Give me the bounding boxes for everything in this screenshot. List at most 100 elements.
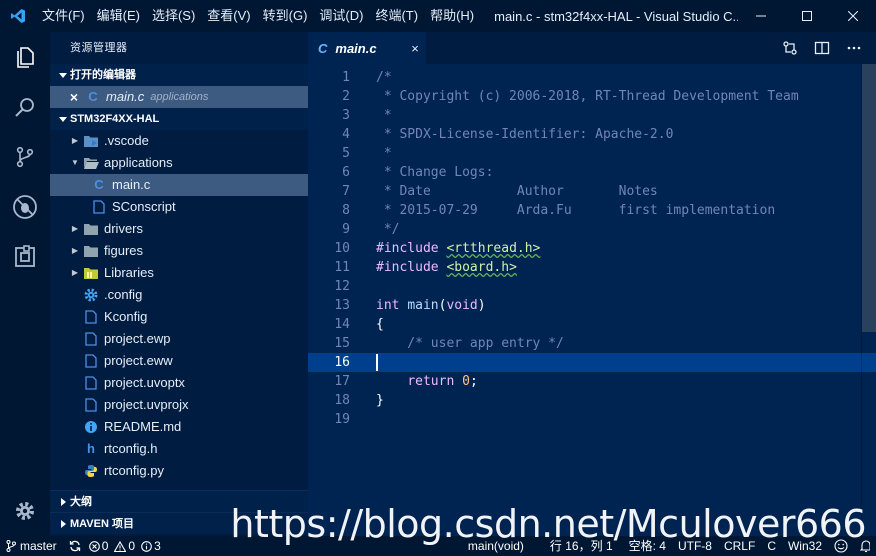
split-editor-button[interactable] (806, 32, 838, 64)
code-line[interactable]: 13 int main(void) (308, 296, 876, 315)
menu-view[interactable]: 查看(V) (201, 0, 256, 32)
line-text: } (376, 393, 384, 408)
more-actions-button[interactable] (838, 32, 870, 64)
source-control-icon (16, 146, 34, 168)
code-line[interactable]: 10 #include <rtthread.h> (308, 239, 876, 258)
close-editor-icon[interactable]: × (64, 86, 84, 108)
warning-icon (114, 540, 127, 552)
menu-terminal[interactable]: 终端(T) (369, 0, 424, 32)
chevron-down-icon: ▼ (71, 158, 79, 167)
menu-debug[interactable]: 调试(D) (313, 0, 369, 32)
tree-item-vscode[interactable]: ▶ .vscode (50, 130, 308, 152)
sync-button[interactable] (63, 536, 87, 556)
tree-item-sconscript[interactable]: SConscript (50, 196, 308, 218)
editor-area: C main.c × 1 /* 2 * Copyright (c) 2006-201… (308, 32, 876, 536)
code-line[interactable]: 12 (308, 277, 876, 296)
line-text: /* (376, 70, 392, 85)
info-icon (82, 419, 100, 435)
line-text: int main(void) (376, 298, 486, 313)
tree-item-kconfig[interactable]: Kconfig (50, 306, 308, 328)
tab-main-c[interactable]: C main.c × (308, 32, 426, 64)
menu-go[interactable]: 转到(G) (257, 0, 314, 32)
source-control-button[interactable] (0, 132, 50, 182)
menu-edit[interactable]: 编辑(E) (91, 0, 146, 32)
code-line[interactable]: 14 { (308, 315, 876, 334)
tree-item-readme[interactable]: README.md (50, 416, 308, 438)
code-line[interactable]: 6 * Change Logs: (308, 163, 876, 182)
search-icon (15, 98, 34, 117)
line-number: 6 (342, 165, 350, 180)
code-line[interactable]: 17 return 0; (308, 372, 876, 391)
gear-icon (82, 287, 100, 303)
tree-item-libraries[interactable]: ▶ Libraries (50, 262, 308, 284)
chevron-right-icon: ▶ (71, 246, 79, 255)
file-icon (82, 353, 100, 369)
explorer-button[interactable] (0, 32, 50, 82)
split-editor-icon (814, 41, 830, 55)
code-line[interactable]: 7 * Date Author Notes (308, 182, 876, 201)
code-line[interactable]: 1 /* (308, 68, 876, 87)
branch-status[interactable]: master (0, 536, 63, 556)
code-line[interactable]: 15 /* user app entry */ (308, 334, 876, 353)
project-header[interactable]: STM32F4XX-HAL (50, 108, 308, 130)
tab-close-icon[interactable]: × (404, 41, 426, 56)
line-text: /* user app entry */ (376, 336, 564, 351)
code-line[interactable]: 19 (308, 410, 876, 429)
chevron-right-icon (56, 519, 70, 528)
code-line[interactable]: 11 #include <board.h> (308, 258, 876, 277)
folder-icon (82, 221, 100, 237)
compare-icon (783, 41, 797, 55)
tree-item-project-ewp[interactable]: project.ewp (50, 328, 308, 350)
close-window-button[interactable] (830, 0, 876, 32)
code-line[interactable]: 16 (308, 353, 876, 372)
line-number: 10 (334, 241, 350, 256)
file-icon (90, 199, 108, 215)
tree-item-rtconfig-h[interactable]: h rtconfig.h (50, 438, 308, 460)
tree-item-project-uvoptx[interactable]: project.uvoptx (50, 372, 308, 394)
tree-item-applications[interactable]: ▼ applications (50, 152, 308, 174)
tree-item-drivers[interactable]: ▶ drivers (50, 218, 308, 240)
code-line[interactable]: 8 * 2015-07-29 Arda.Fu first implementat… (308, 201, 876, 220)
file-icon (82, 331, 100, 347)
open-editors-header[interactable]: 打开的编辑器 (50, 64, 308, 86)
code-line[interactable]: 9 */ (308, 220, 876, 239)
code-line[interactable]: 18} (308, 391, 876, 410)
tree-item-figures[interactable]: ▶ figures (50, 240, 308, 262)
maximize-icon (802, 11, 812, 21)
tree-item-rtconfig-py[interactable]: rtconfig.py (50, 460, 308, 482)
menu-file[interactable]: 文件(F) (36, 0, 91, 32)
open-changes-button[interactable] (774, 32, 806, 64)
code-line[interactable]: 4 * SPDX-License-Identifier: Apache-2.0 (308, 125, 876, 144)
tree-item-config[interactable]: .config (50, 284, 308, 306)
open-editor-item[interactable]: × C main.c applications (50, 86, 308, 108)
code-line[interactable]: 3 * (308, 106, 876, 125)
minimize-button[interactable] (738, 0, 784, 32)
settings-button[interactable] (0, 486, 50, 536)
tree-item-project-eww[interactable]: project.eww (50, 350, 308, 372)
extensions-button[interactable] (0, 232, 50, 282)
code-line[interactable]: 2 * Copyright (c) 2006-2018, RT-Thread D… (308, 87, 876, 106)
menu-help[interactable]: 帮助(H) (424, 0, 480, 32)
activity-bar (0, 32, 50, 536)
problems-status[interactable]: 0 0 3 (87, 536, 167, 556)
editor-scrollbar[interactable] (862, 64, 876, 536)
menu-selection[interactable]: 选择(S) (146, 0, 201, 32)
code-line[interactable]: 5 * (308, 144, 876, 163)
window-title: main.c - stm32f4xx-HAL - Visual Studio C… (494, 8, 738, 24)
code-editor[interactable]: 1 /* 2 * Copyright (c) 2006-2018, RT-Threa… (308, 64, 876, 536)
file-icon (82, 375, 100, 391)
folder-icon (82, 243, 100, 259)
search-button[interactable] (0, 82, 50, 132)
ellipsis-icon (847, 46, 861, 50)
tree-item-project-uvprojx[interactable]: project.uvprojx (50, 394, 308, 416)
maximize-button[interactable] (784, 0, 830, 32)
line-text: * (376, 146, 392, 161)
c-file-icon: C (94, 177, 104, 192)
tree-item-main-c[interactable]: C main.c (50, 174, 308, 196)
debug-button[interactable] (0, 182, 50, 232)
line-number: 18 (334, 393, 350, 408)
scroll-thumb[interactable] (862, 64, 876, 332)
line-number: 11 (334, 260, 350, 275)
line-text: * (376, 108, 392, 123)
text-cursor (376, 354, 378, 371)
